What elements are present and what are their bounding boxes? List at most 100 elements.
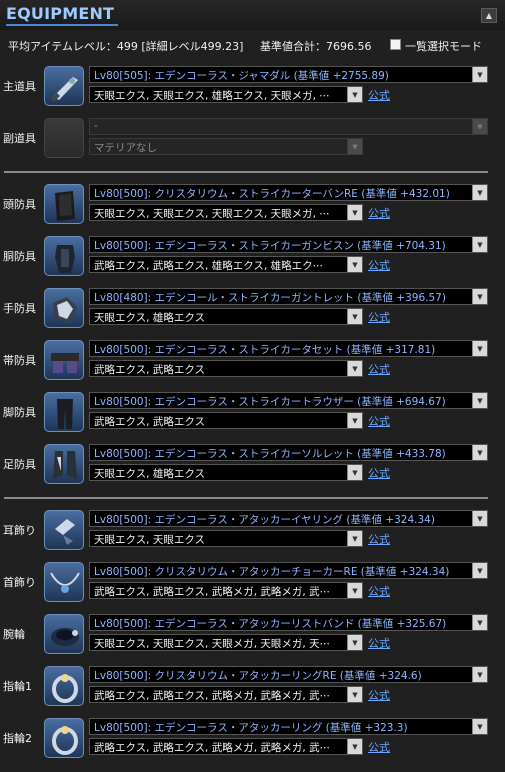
equipment-slot-row: 指輪1 Lv80[500]: クリスタリウム・アタッカーリングRE (基準値 +3…: [0, 666, 505, 714]
chevron-down-icon: ▼: [472, 615, 487, 630]
official-link[interactable]: 公式: [368, 583, 390, 599]
item-select-value: Lv80[500]: クリスタリウム・アタッカーチョーカーRE (基準値 +32…: [94, 566, 450, 578]
weapon-gunblade-icon[interactable]: [44, 66, 84, 106]
chevron-down-icon: ▼: [472, 289, 487, 304]
official-link[interactable]: 公式: [368, 257, 390, 273]
item-select[interactable]: Lv80[500]: クリスタリウム・アタッカーリングRE (基準値 +324.…: [89, 666, 488, 683]
official-link[interactable]: 公式: [368, 205, 390, 221]
materia-select-value: 武略エクス, 武略エクス: [94, 364, 206, 376]
materia-select[interactable]: 武略エクス, 武略エクス, 武略メガ, 武略メガ, 武⋯ ▼: [89, 686, 363, 703]
materia-select-value: 武略エクス, 武略エクス, 雄略エクス, 雄略エク⋯: [94, 260, 324, 272]
ring-icon[interactable]: [44, 718, 84, 758]
item-select[interactable]: Lv80[500]: エデンコーラス・アタッカーリストバンド (基準値 +325…: [89, 614, 488, 631]
equipment-slot-row: 主道具 Lv80[505]: エデンコーラス・ジャマダル (基準値 +2755.8…: [0, 66, 505, 114]
chevron-down-icon: ▼: [347, 87, 362, 102]
chevron-down-icon: ▼: [472, 667, 487, 682]
slot-label: 耳飾り: [3, 524, 36, 537]
slot-label: 腕輪: [3, 628, 25, 641]
item-select-value: Lv80[500]: エデンコーラス・アタッカーイヤリング (基準値 +324.…: [94, 514, 435, 526]
materia-select[interactable]: 天眼エクス, 天眼エクス, 天眼エクス, 天眼メガ, ⋯ ▼: [89, 204, 363, 221]
equipment-slot-row: 脚防具 Lv80[500]: エデンコーラス・ストライカートラウザー (基準値 +…: [0, 392, 505, 440]
slot-label: 胴防具: [3, 250, 36, 263]
official-link[interactable]: 公式: [368, 687, 390, 703]
empty-slot-icon[interactable]: [44, 118, 84, 158]
item-select-value: Lv80[500]: エデンコーラス・ストライカーソルレット (基準値 +433…: [94, 448, 446, 460]
slot-label: 脚防具: [3, 406, 36, 419]
necklace-icon[interactable]: [44, 562, 84, 602]
official-link[interactable]: 公式: [368, 739, 390, 755]
chevron-down-icon: ▼: [472, 67, 487, 82]
item-select[interactable]: Lv80[500]: エデンコーラス・ストライカートラウザー (基準値 +694…: [89, 392, 488, 409]
leg-armor-icon[interactable]: [44, 392, 84, 432]
item-select[interactable]: Lv80[480]: エデンコール・ストライカーガントレット (基準値 +396…: [89, 288, 488, 305]
materia-select[interactable]: 天眼エクス, 天眼エクス, 雄略エクス, 天眼メガ, ⋯ ▼: [89, 86, 363, 103]
earring-icon[interactable]: [44, 510, 84, 550]
item-select: - ▼: [89, 118, 488, 135]
chevron-down-icon: ▼: [347, 361, 362, 376]
materia-select-value: 武略エクス, 武略エクス, 武略メガ, 武略メガ, 武⋯: [94, 742, 331, 754]
item-select-value: Lv80[500]: エデンコーラス・ストライカーガンビスン (基準値 +704…: [94, 240, 446, 252]
chevron-down-icon: ▼: [472, 185, 487, 200]
slot-label: 足防具: [3, 458, 36, 471]
panel-header: EQUIPMENT ▲: [0, 0, 505, 30]
materia-select: マテリアなし ▼: [89, 138, 363, 155]
feet-armor-icon[interactable]: [44, 444, 84, 484]
materia-select[interactable]: 天眼エクス, 天眼エクス, 天眼メガ, 天眼メガ, 天⋯ ▼: [89, 634, 363, 651]
materia-select-value: 武略エクス, 武略エクス: [94, 416, 206, 428]
official-link[interactable]: 公式: [368, 361, 390, 377]
item-select[interactable]: Lv80[500]: クリスタリウム・アタッカーチョーカーRE (基準値 +32…: [89, 562, 488, 579]
equipment-panel: EQUIPMENT ▲ 平均アイテムレベル：499 [詳細レベル499.23] …: [0, 0, 505, 772]
collapse-button[interactable]: ▲: [481, 8, 497, 23]
summary-bar: 平均アイテムレベル：499 [詳細レベル499.23] 基準値合計：7696.5…: [8, 38, 498, 54]
slot-label: 帯防具: [3, 354, 36, 367]
materia-select[interactable]: 武略エクス, 武略エクス, 雄略エクス, 雄略エク⋯ ▼: [89, 256, 363, 273]
official-link[interactable]: 公式: [368, 465, 390, 481]
materia-select[interactable]: 武略エクス, 武略エクス, 武略メガ, 武略メガ, 武⋯ ▼: [89, 582, 363, 599]
materia-select-value: 天眼エクス, 雄略エクス: [94, 312, 206, 324]
item-select[interactable]: Lv80[500]: エデンコーラス・ストライカーソルレット (基準値 +433…: [89, 444, 488, 461]
official-link[interactable]: 公式: [368, 635, 390, 651]
materia-select-value: マテリアなし: [94, 142, 157, 154]
item-select[interactable]: Lv80[500]: エデンコーラス・アタッカーリング (基準値 +323.3)…: [89, 718, 488, 735]
official-link[interactable]: 公式: [368, 309, 390, 325]
item-select[interactable]: Lv80[500]: クリスタリウム・ストライカーターバンRE (基準値 +43…: [89, 184, 488, 201]
list-select-mode-label: 一覧選択モード: [405, 40, 482, 53]
equipment-slot-row: 首飾り Lv80[500]: クリスタリウム・アタッカーチョーカーRE (基準値 …: [0, 562, 505, 610]
equipment-slot-row: 腕輪 Lv80[500]: エデンコーラス・アタッカーリストバンド (基準値 +3…: [0, 614, 505, 662]
list-select-mode-checkbox[interactable]: [390, 39, 401, 50]
item-select[interactable]: Lv80[505]: エデンコーラス・ジャマダル (基準値 +2755.89) ▼: [89, 66, 488, 83]
ring-icon[interactable]: [44, 666, 84, 706]
chevron-down-icon: ▼: [472, 393, 487, 408]
materia-select-value: 天眼エクス, 天眼エクス: [94, 534, 206, 546]
waist-armor-icon[interactable]: [44, 340, 84, 380]
hand-armor-icon[interactable]: [44, 288, 84, 328]
materia-select[interactable]: 天眼エクス, 雄略エクス ▼: [89, 464, 363, 481]
materia-select[interactable]: 天眼エクス, 天眼エクス ▼: [89, 530, 363, 547]
materia-select[interactable]: 天眼エクス, 雄略エクス ▼: [89, 308, 363, 325]
body-armor-icon[interactable]: [44, 236, 84, 276]
triangle-up-icon: ▲: [485, 10, 493, 20]
equipment-slot-row: 耳飾り Lv80[500]: エデンコーラス・アタッカーイヤリング (基準値 +3…: [0, 510, 505, 558]
item-select-value: Lv80[500]: クリスタリウム・ストライカーターバンRE (基準値 +43…: [94, 188, 450, 200]
official-link[interactable]: 公式: [368, 413, 390, 429]
slot-label: 指輪2: [3, 732, 32, 745]
chevron-down-icon: ▼: [347, 309, 362, 324]
slot-label: 指輪1: [3, 680, 32, 693]
materia-select-value: 武略エクス, 武略エクス, 武略メガ, 武略メガ, 武⋯: [94, 690, 331, 702]
item-select[interactable]: Lv80[500]: エデンコーラス・ストライカーガンビスン (基準値 +704…: [89, 236, 488, 253]
bracelet-icon[interactable]: [44, 614, 84, 654]
materia-select[interactable]: 武略エクス, 武略エクス ▼: [89, 412, 363, 429]
chevron-down-icon: ▼: [347, 635, 362, 650]
item-select[interactable]: Lv80[500]: エデンコーラス・ストライカータセット (基準値 +317.…: [89, 340, 488, 357]
equipment-slot-row: 胴防具 Lv80[500]: エデンコーラス・ストライカーガンビスン (基準値 +…: [0, 236, 505, 284]
official-link[interactable]: 公式: [368, 531, 390, 547]
chevron-down-icon: ▼: [347, 531, 362, 546]
materia-select-value: 天眼エクス, 天眼エクス, 天眼エクス, 天眼メガ, ⋯: [94, 208, 330, 220]
item-select[interactable]: Lv80[500]: エデンコーラス・アタッカーイヤリング (基準値 +324.…: [89, 510, 488, 527]
materia-select[interactable]: 武略エクス, 武略エクス ▼: [89, 360, 363, 377]
materia-select[interactable]: 武略エクス, 武略エクス, 武略メガ, 武略メガ, 武⋯ ▼: [89, 738, 363, 755]
head-armor-icon[interactable]: [44, 184, 84, 224]
item-select-value: Lv80[500]: クリスタリウム・アタッカーリングRE (基準値 +324.…: [94, 670, 422, 682]
chevron-down-icon: ▼: [347, 205, 362, 220]
official-link[interactable]: 公式: [368, 87, 390, 103]
